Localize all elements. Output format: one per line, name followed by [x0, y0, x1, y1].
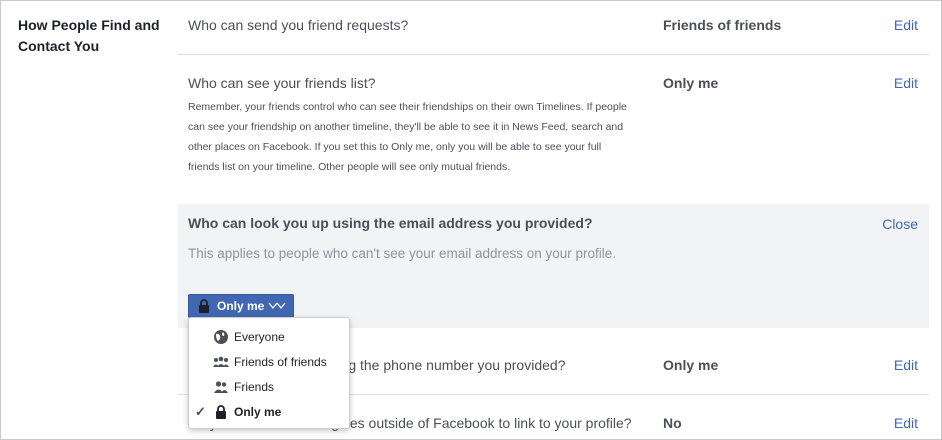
expanded-question: Who can look you up using the email addr… [188, 215, 593, 231]
menu-item-only-me[interactable]: ✓ Only me [189, 399, 349, 424]
lock-icon [199, 299, 209, 313]
setting-row-friend-requests: Who can send you friend requests? Friend… [178, 1, 929, 54]
setting-row-email-lookup-expanded: Who can look you up using the email addr… [178, 204, 929, 328]
edit-link[interactable]: Edit [894, 415, 918, 431]
setting-question: Who can send you friend requests? [188, 17, 409, 33]
setting-description: Remember, your friends control who can s… [188, 101, 627, 173]
globe-icon [214, 329, 228, 344]
setting-value: Only me [663, 75, 719, 91]
friends-icon [214, 380, 228, 393]
menu-item-label: Friends of friends [234, 354, 327, 369]
menu-item-everyone[interactable]: Everyone [189, 324, 349, 349]
checkmark-icon: ✓ [195, 403, 206, 419]
close-link[interactable]: Close [882, 216, 918, 232]
edit-link[interactable]: Edit [894, 17, 918, 33]
edit-link[interactable]: Edit [894, 357, 918, 373]
audience-dropdown-menu: Everyone Friends of friends Friends ✓ On… [188, 317, 350, 429]
lock-icon [216, 404, 226, 419]
setting-value: Only me [663, 357, 719, 373]
menu-item-friends[interactable]: Friends [189, 374, 349, 399]
audience-selector-label: Only me [217, 299, 265, 313]
chevron-down-icon [268, 302, 286, 310]
section-title: How People Find and Contact You [18, 17, 160, 54]
setting-value: No [663, 415, 682, 431]
menu-item-label: Only me [234, 404, 282, 419]
audience-selector-button[interactable]: Only me [188, 294, 294, 318]
menu-item-label: Friends [234, 379, 275, 394]
menu-item-label: Everyone [234, 329, 285, 344]
setting-row-friends-list: Who can see your friends list? Only me E… [178, 54, 929, 195]
menu-item-friends-of-friends[interactable]: Friends of friends [189, 349, 349, 374]
friends-of-friends-icon [213, 356, 229, 367]
setting-question: Who can see your friends list? [188, 75, 376, 91]
expanded-description: This applies to people who can't see you… [188, 246, 617, 261]
edit-link[interactable]: Edit [894, 75, 918, 91]
setting-value: Friends of friends [663, 17, 782, 33]
privacy-settings-panel: How People Find and Contact You Who can … [0, 0, 942, 440]
